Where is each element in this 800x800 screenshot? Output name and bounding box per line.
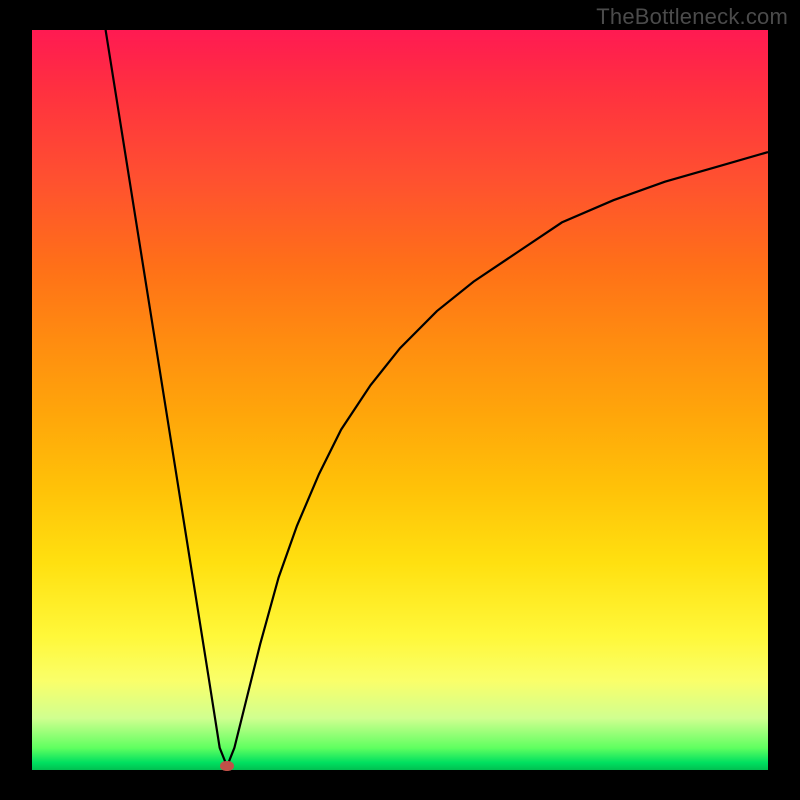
curve-svg [32, 30, 768, 770]
minimum-marker [220, 761, 234, 771]
chart-frame: TheBottleneck.com [0, 0, 800, 800]
watermark-text: TheBottleneck.com [596, 4, 788, 30]
curve-left [106, 30, 227, 766]
plot-area [32, 30, 768, 770]
curve-right [227, 152, 768, 766]
